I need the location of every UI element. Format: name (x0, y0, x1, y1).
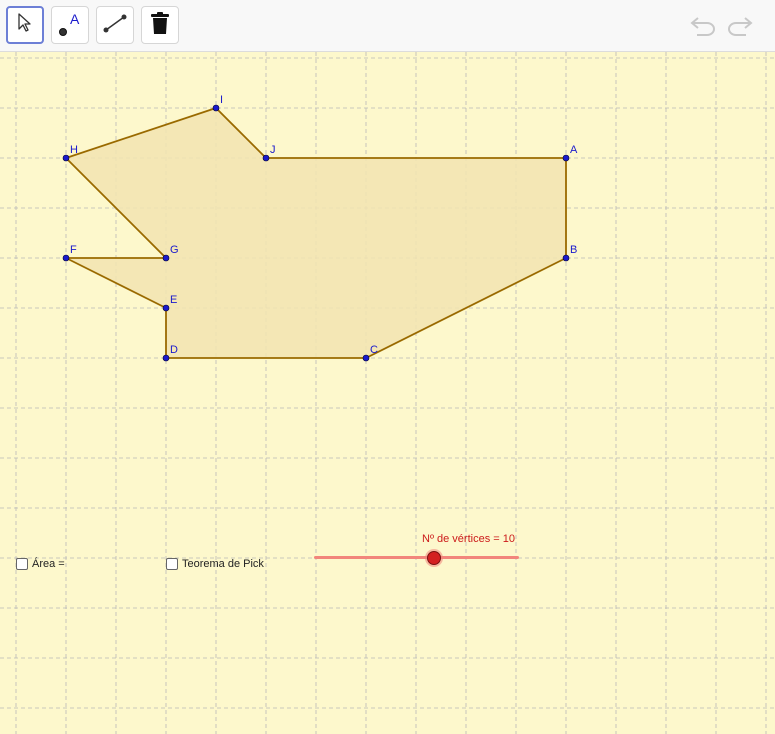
pick-theorem-checkbox-label: Teorema de Pick (182, 558, 264, 570)
vertex-B[interactable] (562, 254, 570, 262)
vertices-slider-track[interactable] (314, 556, 519, 559)
delete-tool-button[interactable] (141, 6, 179, 44)
point-tool-button[interactable]: A (51, 6, 89, 44)
vertex-E[interactable] (162, 304, 170, 312)
point-tool-glyph: A (70, 11, 80, 27)
vertex-G[interactable] (162, 254, 170, 262)
vertex-label-E: E (170, 294, 177, 306)
area-checkbox-label: Área = (32, 558, 65, 570)
vertex-H[interactable] (62, 154, 70, 162)
redo-icon (726, 14, 754, 41)
undo-icon (689, 14, 717, 41)
vertex-label-J: J (270, 144, 276, 156)
vertex-label-C: C (370, 344, 378, 356)
vertex-A[interactable] (562, 154, 570, 162)
area-checkbox-box[interactable] (16, 558, 28, 570)
vertex-label-H: H (70, 144, 78, 156)
vertex-label-D: D (170, 344, 178, 356)
vertex-C[interactable] (362, 354, 370, 362)
vertex-label-I: I (220, 94, 223, 106)
vertex-F[interactable] (62, 254, 70, 262)
cursor-arrow-icon (17, 12, 33, 38)
point-A-icon: A (57, 11, 83, 38)
redo-button[interactable] (725, 12, 755, 42)
pick-theorem-checkbox[interactable]: Teorema de Pick (166, 558, 264, 570)
vertex-I[interactable] (212, 104, 220, 112)
toolbar: A (0, 0, 775, 52)
segment-tool-button[interactable] (96, 6, 134, 44)
vertex-label-G: G (170, 244, 179, 256)
vertex-D[interactable] (162, 354, 170, 362)
graphics-canvas[interactable]: A B C D E F G H I J (0, 52, 775, 734)
vertices-slider-label: Nº de vértices = 10 (422, 533, 515, 545)
graphics-view[interactable]: A B C D E F G H I J (0, 52, 775, 734)
pick-theorem-checkbox-box[interactable] (166, 558, 178, 570)
vertex-label-A: A (570, 144, 578, 156)
move-tool-button[interactable] (6, 6, 44, 44)
trash-icon (150, 11, 170, 40)
undo-button[interactable] (688, 12, 718, 42)
vertex-label-B: B (570, 244, 577, 256)
vertices-slider-knob[interactable] (426, 551, 441, 565)
area-checkbox[interactable]: Área = (16, 558, 65, 570)
segment-icon (102, 10, 128, 41)
vertex-J[interactable] (262, 154, 270, 162)
vertex-label-F: F (70, 244, 77, 256)
